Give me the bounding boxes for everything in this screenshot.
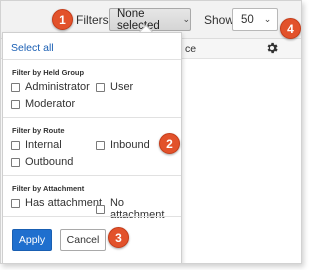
filters-label: Filters <box>76 13 109 27</box>
checkbox-label: User <box>110 81 134 93</box>
checkbox-administrator[interactable]: Administrator <box>11 81 90 93</box>
checkbox-moderator[interactable]: Moderator <box>11 98 75 110</box>
checkbox-no-attachment[interactable]: No attachment <box>96 197 181 221</box>
checkbox-label: Outbound <box>25 156 74 168</box>
checkbox-label: Moderator <box>25 98 76 110</box>
checkbox-label: Administrator <box>25 81 90 93</box>
apply-button[interactable]: Apply <box>12 229 52 251</box>
checkbox-inbound[interactable]: Inbound <box>96 139 150 151</box>
checkbox-outbound[interactable]: Outbound <box>11 156 73 168</box>
checkbox-box[interactable] <box>96 82 105 92</box>
chevron-down-icon: ⌄ <box>182 14 190 24</box>
checkbox-label: No attachment <box>109 197 165 221</box>
checkbox-label: Internal <box>25 139 62 151</box>
cancel-button[interactable]: Cancel <box>60 229 106 251</box>
divider <box>3 117 181 118</box>
section-title-route: Filter by Route <box>12 126 65 135</box>
select-all-link[interactable]: Select all <box>11 42 54 54</box>
divider <box>3 175 181 176</box>
column-header-fragment: ce <box>185 43 197 55</box>
checkbox-user[interactable]: User <box>96 81 133 93</box>
divider <box>3 59 181 60</box>
gear-icon[interactable] <box>265 41 279 55</box>
divider <box>3 216 181 217</box>
checkbox-box[interactable] <box>11 99 20 109</box>
callout-badge-2: 2 <box>159 133 180 154</box>
checkbox-box[interactable] <box>11 140 20 150</box>
chevron-down-icon: ⌄ <box>263 14 272 24</box>
section-title-held-group: Filter by Held Group <box>12 68 85 77</box>
checkbox-box[interactable] <box>96 204 105 214</box>
callout-badge-4: 4 <box>280 18 301 39</box>
show-label: Show <box>204 13 235 27</box>
callout-badge-3: 3 <box>108 227 129 248</box>
checkbox-box[interactable] <box>11 157 20 167</box>
checkbox-internal[interactable]: Internal <box>11 139 62 151</box>
filters-dropdown-button[interactable]: None selected ⌄ <box>109 8 191 32</box>
checkbox-box[interactable] <box>11 198 20 208</box>
checkbox-label: Has attachment <box>25 197 103 209</box>
checkbox-label: Inbound <box>110 139 150 151</box>
callout-badge-1: 1 <box>52 9 73 30</box>
filters-dropdown-panel: Select all Filter by Held Group Administ… <box>2 32 182 263</box>
checkbox-box[interactable] <box>96 140 105 150</box>
checkbox-has-attachment[interactable]: Has attachment <box>11 197 102 209</box>
section-title-attachment: Filter by Attachment <box>12 184 85 193</box>
page-size-select[interactable]: 50 ⌄ <box>232 8 278 31</box>
app-frame: Filters None selected ⌄ Show 50 ⌄ ce Sel… <box>0 0 302 264</box>
checkbox-box[interactable] <box>11 82 20 92</box>
page-size-value: 50 <box>241 13 254 26</box>
